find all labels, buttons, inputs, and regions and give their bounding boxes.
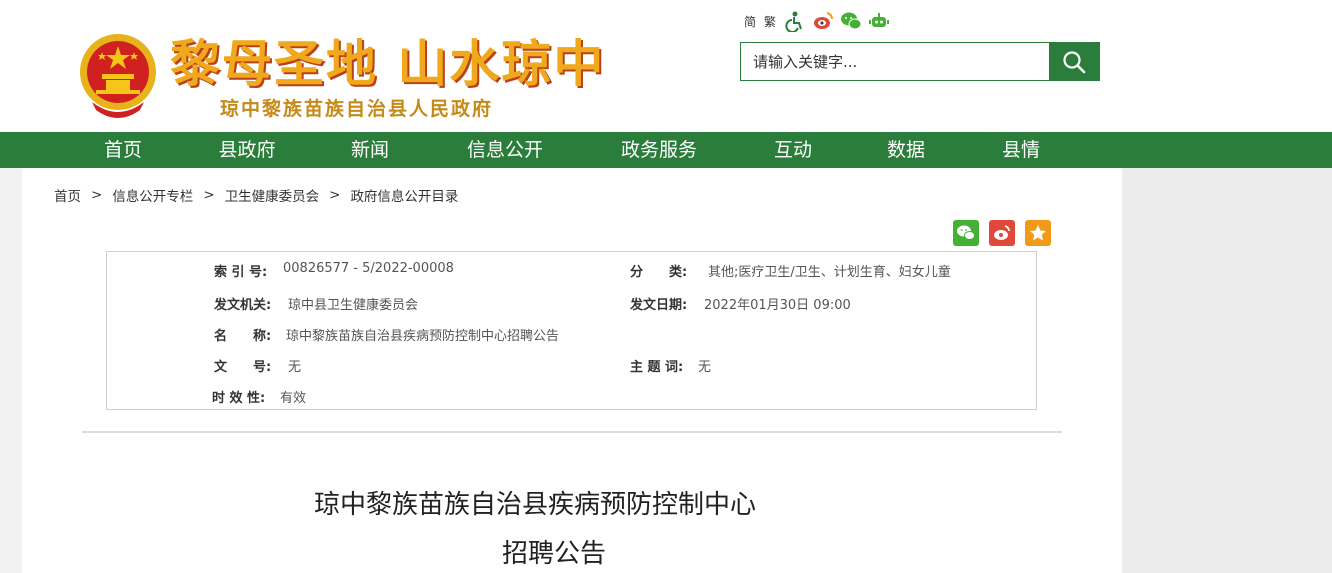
weibo-icon: [994, 225, 1010, 240]
nav-item-interaction[interactable]: 互动: [768, 132, 818, 168]
nav-item-government-services[interactable]: 政务服务: [614, 132, 704, 168]
right-background-strip: [1122, 168, 1332, 573]
nav-item-data[interactable]: 数据: [881, 132, 931, 168]
national-emblem-icon: [80, 34, 156, 118]
breadcrumb-home[interactable]: 首页: [54, 185, 81, 205]
subject-keywords-label: 主 题 词:: [630, 360, 684, 375]
breadcrumb-disclosure-catalog[interactable]: 政府信息公开目录: [350, 185, 458, 205]
share-weibo-button[interactable]: [989, 220, 1015, 246]
breadcrumb-separator: >: [329, 187, 341, 203]
breadcrumb-health-commission[interactable]: 卫生健康委员会: [225, 185, 320, 205]
main-nav: 首页 县政府 新闻 信息公开 政务服务 互动 数据 县情: [0, 132, 1332, 168]
robot-assistant-icon[interactable]: [868, 10, 890, 32]
issuing-agency-value: 琼中县卫生健康委员会: [288, 298, 419, 313]
header-tools: 简 繁: [744, 10, 890, 32]
search-box: [740, 42, 1100, 81]
traditional-chinese-link[interactable]: 繁: [764, 13, 776, 30]
article-title-line-1: 琼中黎族苗族自治县疾病预防控制中心: [314, 490, 757, 520]
issue-date-label: 发文日期:: [630, 298, 688, 313]
site-slogan: 黎母圣地 山水琼中: [170, 34, 606, 93]
accessibility-icon[interactable]: [784, 10, 806, 32]
star-icon: [1030, 225, 1046, 241]
index-number-label: 索 引 号:: [214, 265, 268, 280]
nav-item-information-disclosure[interactable]: 信息公开: [460, 132, 550, 168]
subject-keywords-value: 无: [698, 360, 712, 375]
wechat-icon: [957, 225, 975, 240]
simplified-chinese-link[interactable]: 简: [744, 13, 756, 30]
document-metadata-table: 索 引 号: 00826577 - 5/2022-00008 分 类: 其他;医…: [106, 251, 1037, 410]
breadcrumb-info-disclosure-column[interactable]: 信息公开专栏: [112, 185, 193, 205]
validity-label: 时 效 性:: [212, 391, 266, 406]
share-wechat-button[interactable]: [953, 220, 979, 246]
add-favorite-button[interactable]: [1025, 220, 1051, 246]
search-button[interactable]: [1049, 43, 1099, 80]
nav-item-home[interactable]: 首页: [98, 132, 148, 168]
document-number-label: 文 号:: [214, 360, 272, 375]
nav-item-news[interactable]: 新闻: [345, 132, 395, 168]
wechat-icon[interactable]: [840, 10, 862, 32]
breadcrumb-separator: >: [91, 187, 103, 203]
category-value: 其他;医疗卫生/卫生、计划生育、妇女儿童: [708, 265, 951, 280]
category-label: 分 类:: [630, 265, 688, 280]
issue-date-value: 2022年01月30日 09:00: [704, 298, 851, 313]
nav-item-county-info[interactable]: 县情: [996, 132, 1046, 168]
search-input[interactable]: [741, 43, 1050, 80]
index-number-value: 00826577 - 5/2022-00008: [283, 261, 454, 276]
weibo-icon[interactable]: [812, 10, 834, 32]
government-name: 琼中黎族苗族自治县人民政府: [220, 98, 494, 120]
breadcrumb-separator: >: [203, 187, 215, 203]
breadcrumb: 首页 > 信息公开专栏 > 卫生健康委员会 > 政府信息公开目录: [54, 185, 458, 205]
content-divider: [82, 431, 1062, 433]
site-header: 黎母圣地 山水琼中 琼中黎族苗族自治县人民政府 简 繁: [0, 0, 1332, 132]
validity-value: 有效: [280, 391, 307, 406]
search-icon: [1063, 50, 1086, 73]
document-name-value: 琼中黎族苗族自治县疾病预防控制中心招聘公告: [286, 329, 560, 344]
issuing-agency-label: 发文机关:: [214, 298, 272, 313]
nav-item-county-government[interactable]: 县政府: [212, 132, 282, 168]
document-name-label: 名 称:: [214, 329, 272, 344]
document-number-value: 无: [288, 360, 302, 375]
article-title-line-2: 招聘公告: [502, 539, 607, 569]
